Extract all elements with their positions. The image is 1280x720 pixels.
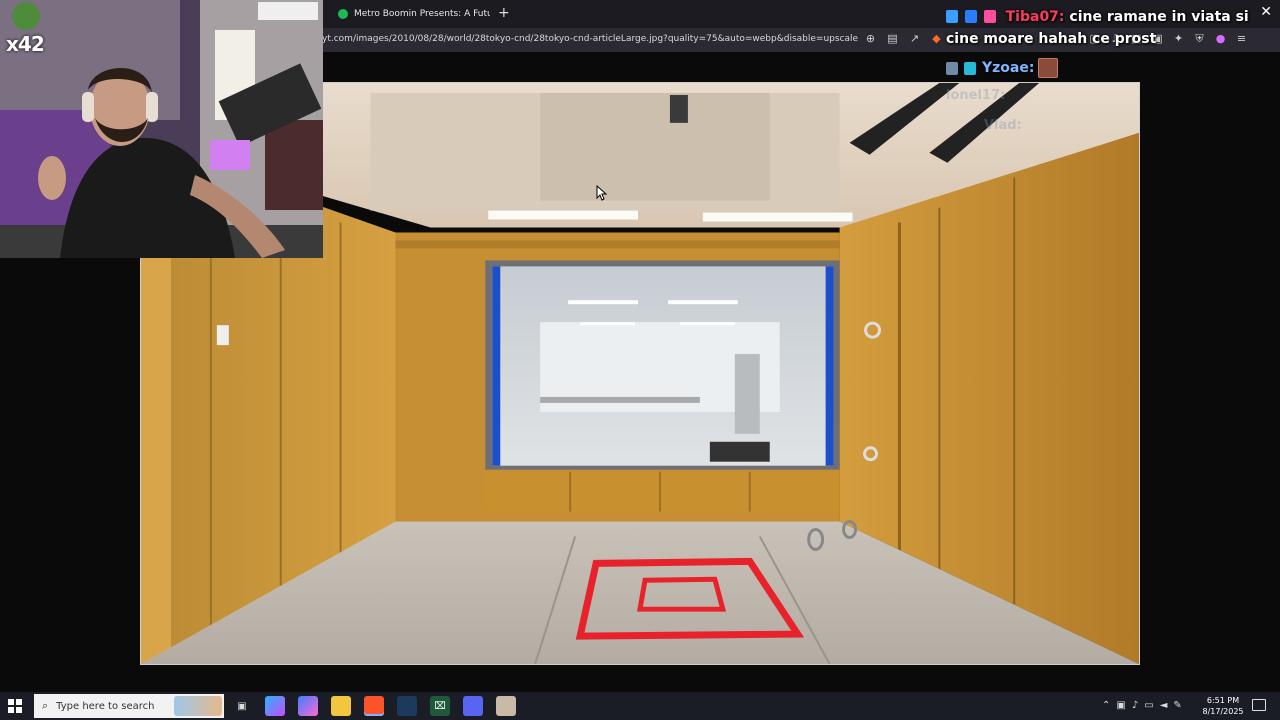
volume-icon[interactable]: ♪ (1132, 700, 1138, 711)
speaker-icon[interactable]: ◄ (1160, 700, 1168, 711)
brave-browser-icon[interactable] (364, 696, 384, 716)
share-icon[interactable]: ↗ (908, 32, 921, 46)
chat-username: Tiba07: (1005, 9, 1065, 25)
pen-icon[interactable]: ✎ (1173, 700, 1181, 711)
taskbar: ⌕ Type here to search ▣ ⌧ ⌃ ▣ ♪ ▭ ◄ ✎ 6:… (0, 692, 1280, 720)
app-icon[interactable] (496, 696, 516, 716)
steam-icon[interactable] (397, 696, 417, 716)
windows-logo-icon (8, 699, 14, 705)
clock-date: 8/17/2025 (1202, 707, 1244, 716)
file-explorer-icon[interactable] (331, 696, 351, 716)
clock-time: 6:51 PM (1206, 696, 1240, 705)
og-badge-icon (964, 10, 977, 23)
channel-logo: x42 (6, 32, 45, 56)
notification-icon[interactable] (1252, 699, 1266, 711)
tab-title: Metro Boomin Presents: A Futuristic (354, 9, 490, 19)
search-highlight-image (174, 696, 222, 716)
terminal-icon[interactable]: ⌧ (430, 696, 450, 716)
system-clock[interactable]: 6:51 PM 8/17/2025 (1200, 695, 1246, 717)
screen: Metro Boomin Presents: A Futuristic + ✕ … (0, 0, 1280, 720)
emote-icon (1038, 58, 1059, 78)
network-icon[interactable]: ▭ (1144, 700, 1153, 711)
start-button[interactable] (8, 699, 22, 713)
task-view-icon[interactable]: ▣ (232, 696, 252, 716)
new-tab-button[interactable]: + (498, 4, 510, 22)
discord-icon[interactable] (463, 696, 483, 716)
robot-badge-icon (983, 10, 996, 23)
cube-badge-icon (964, 61, 976, 75)
copilot-icon[interactable] (265, 696, 285, 716)
faded-chat-message: Vlad: (984, 118, 1022, 133)
url-field[interactable]: yt.com/images/2010/08/28/world/28tokyo-c… (322, 34, 858, 44)
chat-badges (946, 6, 998, 28)
chevron-up-icon[interactable]: ⌃ (1102, 700, 1110, 711)
copilot-alt-icon[interactable] (298, 696, 318, 716)
robot-badge-icon (946, 61, 958, 75)
search-icon: ⌕ (42, 699, 49, 712)
tray-app-icon[interactable]: ▣ (1116, 700, 1125, 711)
zoom-icon[interactable]: ⊕ (864, 32, 877, 46)
shield-icon[interactable]: ◆ (930, 32, 943, 46)
streamer-webcam (0, 0, 323, 258)
browser-tab[interactable]: Metro Boomin Presents: A Futuristic (330, 3, 490, 25)
taskbar-search[interactable]: ⌕ Type here to search (34, 694, 224, 718)
chat-username: Yzoae: (982, 60, 1035, 76)
sword-badge-icon (946, 10, 958, 23)
faded-chat-message: lonel17: (946, 88, 1006, 103)
search-input[interactable]: Type here to search (56, 701, 154, 712)
chat-message: Yzoae: (946, 58, 1059, 78)
reader-view-icon[interactable]: ▤ (886, 32, 899, 46)
mouse-cursor-icon (596, 185, 608, 201)
spotify-icon (338, 9, 348, 19)
chat-message: Tiba07: cine ramane in viata si cine moa… (946, 6, 1276, 50)
webcam-overlay: x42 (0, 0, 323, 258)
